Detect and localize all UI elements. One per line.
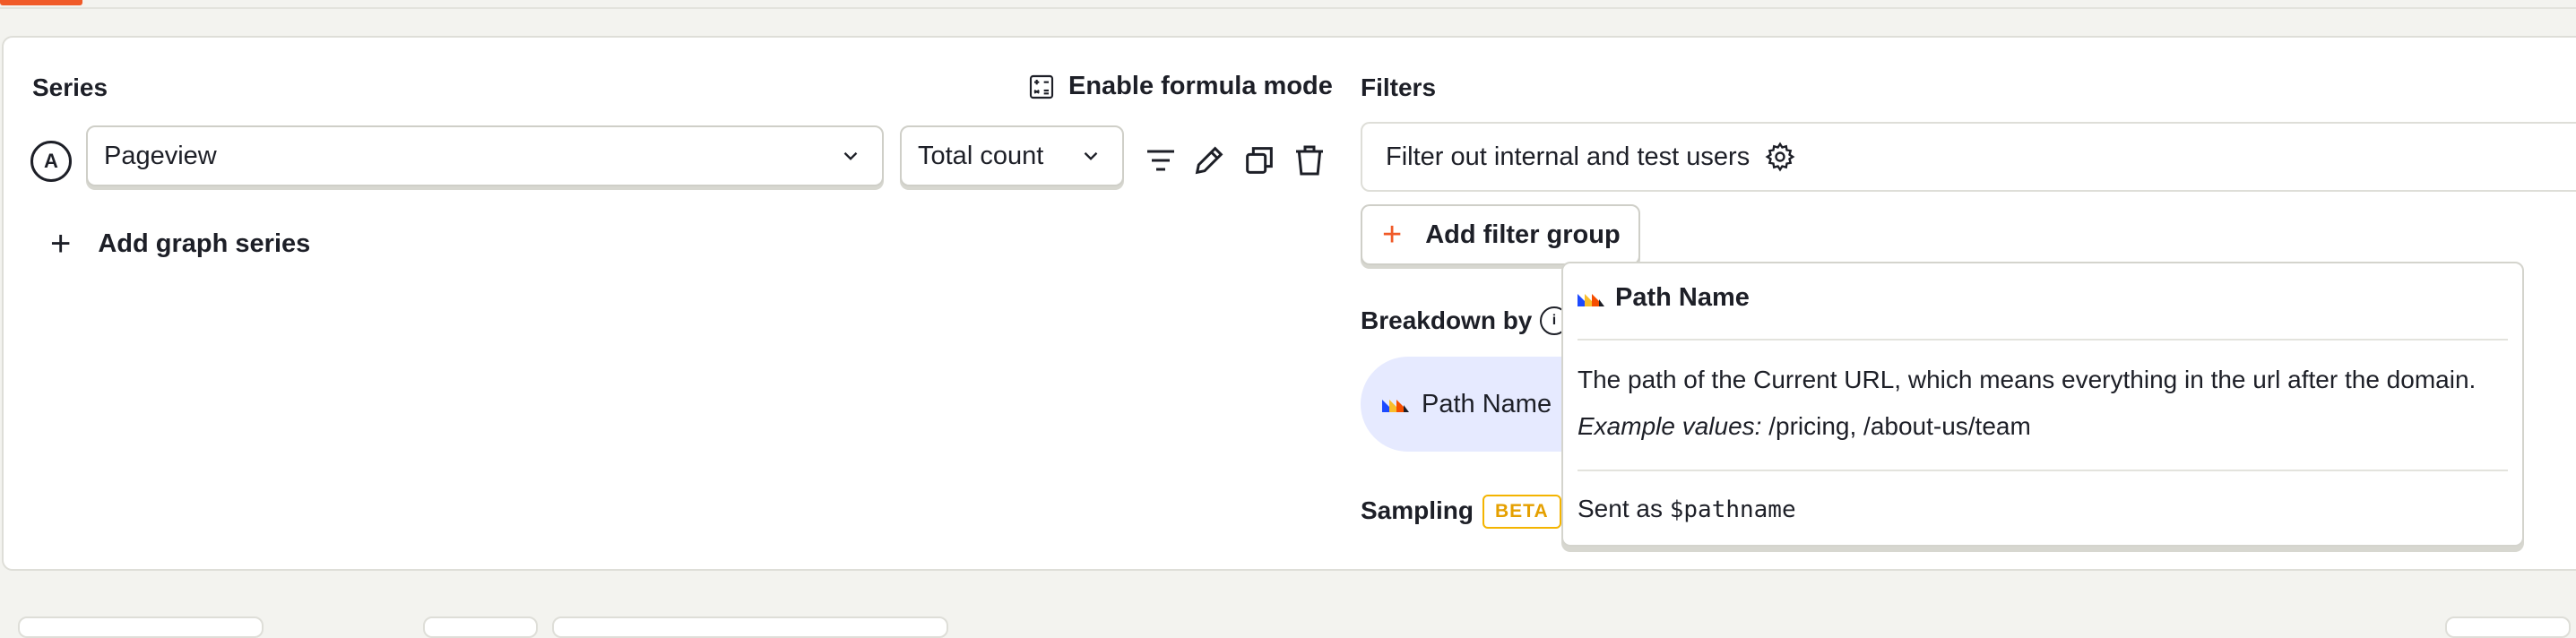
add-graph-series-button[interactable]: + Add graph series	[50, 226, 310, 262]
series-heading: Series	[32, 73, 108, 101]
bottom-toolbar-control[interactable]	[2445, 616, 2571, 638]
filters-heading: Filters	[1361, 73, 1437, 101]
examples-label: Example values:	[1578, 412, 1762, 440]
chevron-down-icon	[843, 151, 858, 160]
duplicate-icon	[1246, 147, 1273, 174]
beta-badge: BETA	[1482, 495, 1561, 529]
filter-series-button[interactable]	[1140, 140, 1181, 181]
sampling-heading: Sampling	[1361, 496, 1474, 524]
tooltip-examples: Example values: /pricing, /about-us/team	[1578, 412, 2031, 441]
internal-users-filter: Filter out internal and test users	[1361, 122, 2576, 192]
bottom-toolbar-control[interactable]	[18, 616, 264, 638]
property-tooltip: Path Name The path of the Current URL, w…	[1561, 262, 2524, 547]
plus-icon: +	[1382, 216, 1403, 254]
calculator-icon	[1029, 74, 1054, 99]
add-series-label: Add graph series	[98, 228, 311, 258]
pencil-icon	[1195, 146, 1223, 175]
enable-formula-mode-button[interactable]: Enable formula mode	[1027, 72, 1333, 101]
tooltip-title: Path Name	[1615, 283, 1750, 312]
bottom-toolbar-control[interactable]	[423, 616, 538, 638]
sent-as-prefix: Sent as	[1578, 495, 1670, 522]
filter-icon	[1147, 150, 1174, 171]
chevron-down-icon	[1084, 151, 1098, 160]
event-select-value: Pageview	[104, 141, 217, 170]
breakdown-pill-label: Path Name	[1422, 389, 1552, 418]
breakdown-heading: Breakdown by	[1361, 306, 1533, 334]
plus-icon: +	[50, 224, 72, 263]
rename-series-button[interactable]	[1189, 140, 1230, 181]
tooltip-description: The path of the Current URL, which means…	[1578, 366, 2477, 393]
add-filter-group-label: Add filter group	[1425, 220, 1621, 249]
sent-as-code: $pathname	[1669, 496, 1796, 523]
bottom-toolbar-control[interactable]	[552, 616, 948, 638]
tooltip-sent-as: Sent as $pathname	[1578, 495, 1796, 523]
math-select-value: Total count	[918, 141, 1044, 170]
add-filter-group-button[interactable]: + Add filter group	[1361, 204, 1640, 265]
trash-icon	[1296, 145, 1323, 176]
duplicate-series-button[interactable]	[1239, 140, 1280, 181]
internal-filter-label: Filter out internal and test users	[1386, 142, 1750, 171]
formula-toggle-label: Enable formula mode	[1068, 72, 1333, 100]
series-letter-badge: A	[30, 141, 72, 182]
active-tab-indicator	[0, 0, 82, 5]
posthog-logo-icon	[1382, 400, 1409, 412]
tooltip-divider	[1578, 339, 2508, 341]
tab-bar-divider	[0, 7, 2576, 9]
delete-series-button[interactable]	[1289, 140, 1330, 181]
gear-icon[interactable]	[1764, 141, 1796, 173]
event-select[interactable]: Pageview	[86, 125, 884, 186]
tooltip-divider	[1578, 470, 2508, 471]
tooltip-title-row: Path Name	[1578, 283, 1750, 313]
posthog-logo-icon	[1578, 293, 1604, 306]
math-select[interactable]: Total count	[900, 125, 1124, 186]
examples-value: /pricing, /about-us/team	[1761, 412, 2031, 440]
